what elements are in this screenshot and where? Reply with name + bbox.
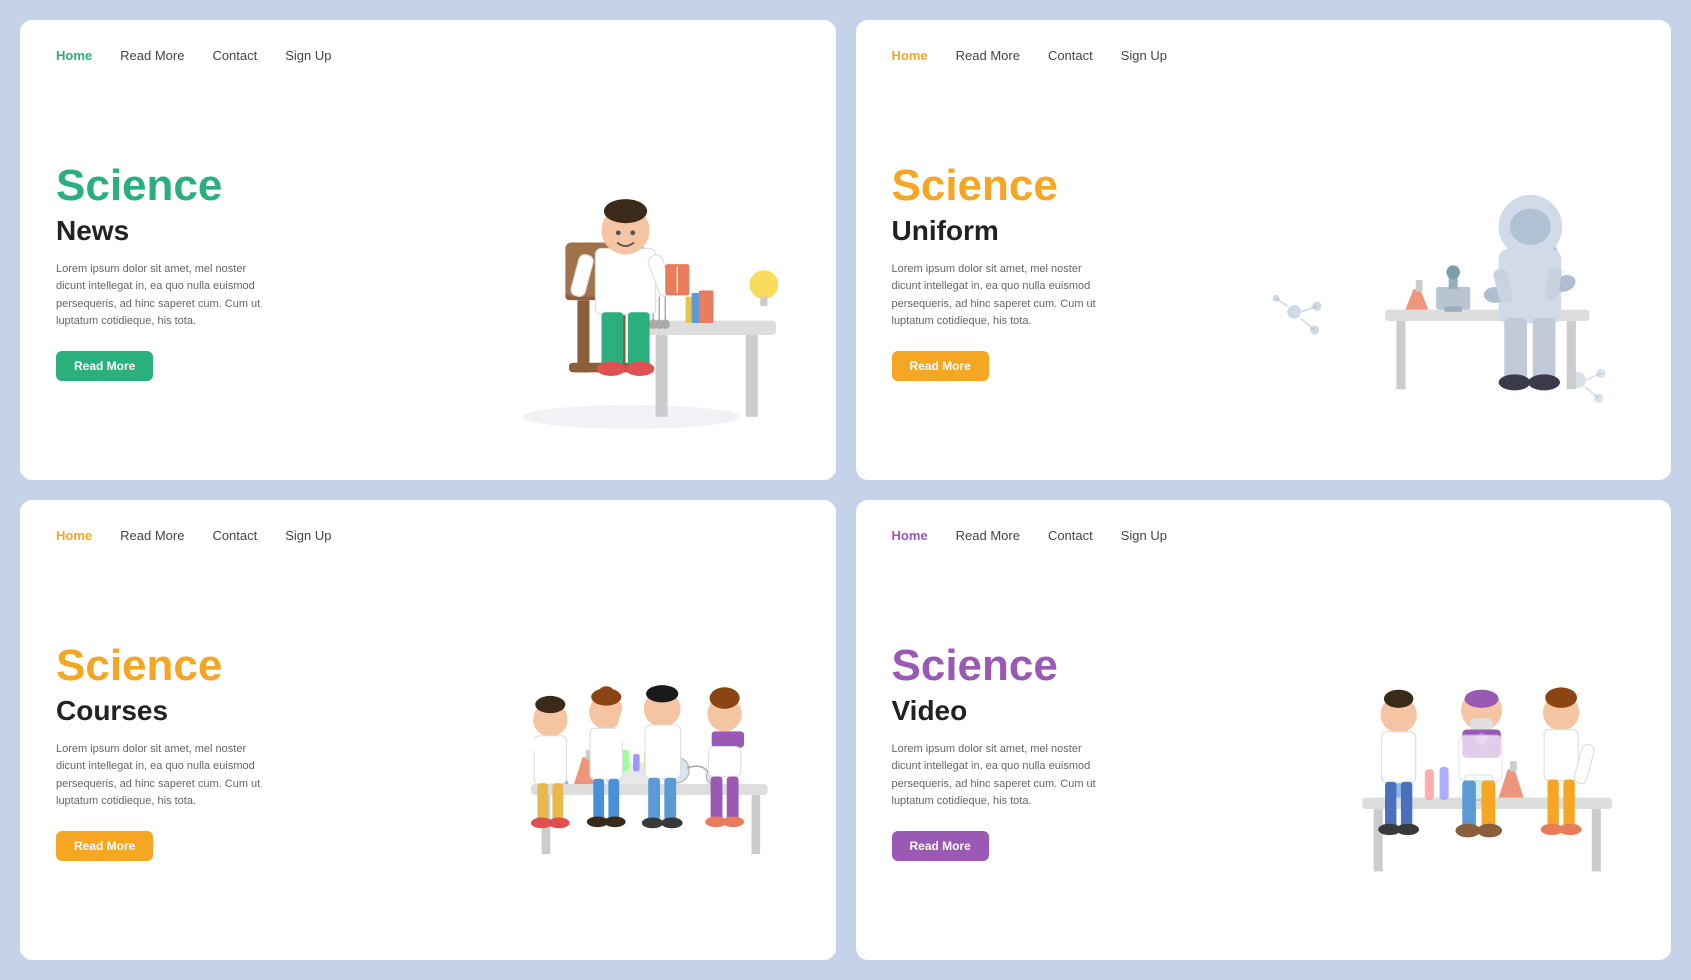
nav-science-news: Home Read More Contact Sign Up — [56, 48, 800, 63]
students-lab-svg — [391, 561, 800, 932]
text-science-news: Science News Lorem ipsum dolor sit amet,… — [56, 81, 391, 452]
title-science-uniform-large: Science — [892, 162, 1227, 210]
illus-science-news — [391, 81, 800, 452]
card-science-news: Home Read More Contact Sign Up Science N… — [20, 20, 836, 480]
nav-contact-3[interactable]: Contact — [212, 528, 257, 543]
nav-home-1[interactable]: Home — [56, 48, 92, 63]
nav-signup-1[interactable]: Sign Up — [285, 48, 331, 63]
content-science-uniform: Science Uniform Lorem ipsum dolor sit am… — [892, 81, 1636, 452]
title-science-courses-sub: Courses — [56, 695, 391, 727]
nav-science-uniform: Home Read More Contact Sign Up — [892, 48, 1636, 63]
title-science-video-sub: Video — [892, 695, 1227, 727]
desc-science-courses: Lorem ipsum dolor sit amet, mel noster d… — [56, 741, 276, 811]
nav-signup-3[interactable]: Sign Up — [285, 528, 331, 543]
nav-contact-1[interactable]: Contact — [212, 48, 257, 63]
nav-contact-4[interactable]: Contact — [1048, 528, 1093, 543]
title-science-news-sub: News — [56, 215, 391, 247]
desc-science-uniform: Lorem ipsum dolor sit amet, mel noster d… — [892, 261, 1112, 331]
content-science-news: Science News Lorem ipsum dolor sit amet,… — [56, 81, 800, 452]
nav-science-video: Home Read More Contact Sign Up — [892, 528, 1636, 543]
nav-signup-2[interactable]: Sign Up — [1121, 48, 1167, 63]
title-science-news-large: Science — [56, 162, 391, 210]
nav-home-2[interactable]: Home — [892, 48, 928, 63]
title-science-video-large: Science — [892, 642, 1227, 690]
text-science-courses: Science Courses Lorem ipsum dolor sit am… — [56, 561, 391, 932]
illus-science-video — [1226, 561, 1635, 932]
card-science-courses: Home Read More Contact Sign Up Science C… — [20, 500, 836, 960]
title-science-courses-large: Science — [56, 642, 391, 690]
nav-contact-2[interactable]: Contact — [1048, 48, 1093, 63]
scientist-desk-svg — [391, 81, 800, 452]
nav-readmore-4[interactable]: Read More — [956, 528, 1020, 543]
video-lab-svg — [1226, 561, 1635, 932]
title-science-uniform-sub: Uniform — [892, 215, 1227, 247]
nav-readmore-2[interactable]: Read More — [956, 48, 1020, 63]
card-science-uniform: Home Read More Contact Sign Up Science U… — [856, 20, 1672, 480]
desc-science-video: Lorem ipsum dolor sit amet, mel noster d… — [892, 741, 1112, 811]
illus-science-uniform — [1226, 81, 1635, 452]
illus-science-courses — [391, 561, 800, 932]
content-science-courses: Science Courses Lorem ipsum dolor sit am… — [56, 561, 800, 932]
nav-home-3[interactable]: Home — [56, 528, 92, 543]
desc-science-news: Lorem ipsum dolor sit amet, mel noster d… — [56, 261, 276, 331]
nav-readmore-1[interactable]: Read More — [120, 48, 184, 63]
btn-readmore-video[interactable]: Read More — [892, 831, 989, 861]
btn-readmore-uniform[interactable]: Read More — [892, 351, 989, 381]
nav-readmore-3[interactable]: Read More — [120, 528, 184, 543]
text-science-uniform: Science Uniform Lorem ipsum dolor sit am… — [892, 81, 1227, 452]
text-science-video: Science Video Lorem ipsum dolor sit amet… — [892, 561, 1227, 932]
nav-signup-4[interactable]: Sign Up — [1121, 528, 1167, 543]
btn-readmore-news[interactable]: Read More — [56, 351, 153, 381]
content-science-video: Science Video Lorem ipsum dolor sit amet… — [892, 561, 1636, 932]
nav-home-4[interactable]: Home — [892, 528, 928, 543]
card-science-video: Home Read More Contact Sign Up Science V… — [856, 500, 1672, 960]
btn-readmore-courses[interactable]: Read More — [56, 831, 153, 861]
hazmat-scientist-svg — [1226, 81, 1635, 452]
nav-science-courses: Home Read More Contact Sign Up — [56, 528, 800, 543]
